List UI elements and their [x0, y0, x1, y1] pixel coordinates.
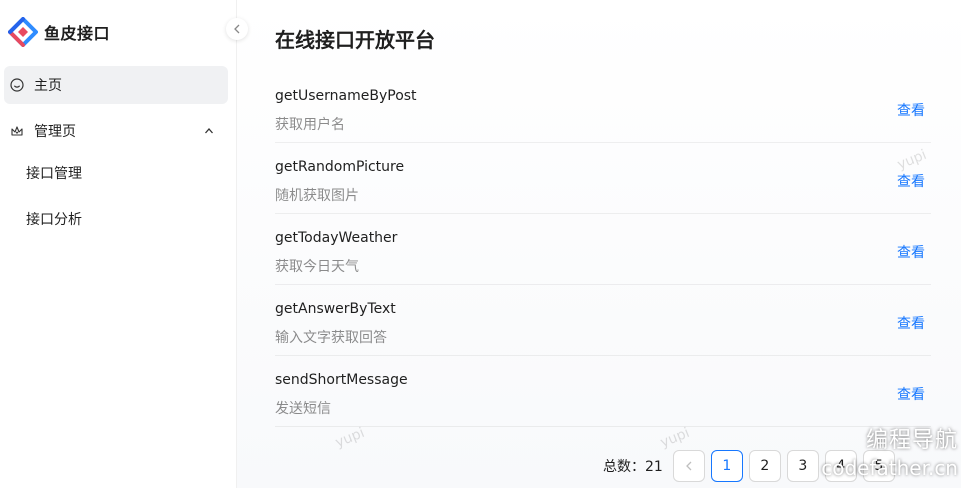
sidebar-subitem-label: 接口分析 [26, 212, 82, 228]
page-button[interactable]: 5 [862, 450, 895, 482]
list-item: sendShortMessage 发送短信 查看 [275, 356, 931, 427]
chevron-up-icon [205, 128, 213, 134]
api-name: getAnswerByText [275, 301, 396, 317]
side-menu: 主页 管理页 接口管理 接口分析 [0, 66, 236, 242]
list-item: getAnswerByText 输入文字获取回答 查看 [275, 285, 931, 356]
api-description: 获取用户名 [275, 117, 345, 133]
prev-page-button[interactable] [672, 450, 705, 482]
list-item: getUsernameByPost 获取用户名 查看 [275, 72, 931, 143]
sidebar-item-api-management[interactable]: 接口管理 [0, 150, 236, 196]
sidebar-item-home[interactable]: 主页 [4, 66, 228, 104]
crown-icon [11, 126, 23, 136]
main-content: 在线接口开放平台 getUsernameByPost 获取用户名 查看 getR… [237, 0, 961, 488]
list-item: getRandomPicture 随机获取图片 查看 [275, 143, 931, 214]
api-description: 输入文字获取回答 [275, 330, 387, 346]
page-button[interactable]: 2 [748, 450, 781, 482]
sidebar-collapse-button[interactable] [226, 18, 248, 40]
view-link[interactable]: 查看 [897, 313, 925, 333]
sidebar: 鱼皮接口 主页 管理页 接口管理 接口分析 [0, 0, 237, 488]
view-link[interactable]: 查看 [897, 100, 925, 120]
api-list: getUsernameByPost 获取用户名 查看 getRandomPict… [275, 72, 931, 427]
diamond-logo-icon [8, 17, 38, 47]
brand[interactable]: 鱼皮接口 [8, 14, 110, 50]
view-link[interactable]: 查看 [897, 384, 925, 404]
page-button[interactable]: 1 [710, 450, 743, 482]
api-name: getRandomPicture [275, 159, 405, 175]
sidebar-item-admin[interactable]: 管理页 [4, 112, 228, 150]
page-button[interactable]: 3 [786, 450, 819, 482]
list-item: getTodayWeather 获取今日天气 查看 [275, 214, 931, 285]
sidebar-item-label: 管理页 [34, 124, 76, 140]
chevron-left-icon [234, 24, 240, 34]
smile-icon [10, 78, 24, 92]
api-name: getUsernameByPost [275, 88, 417, 104]
sidebar-subitem-label: 接口管理 [26, 166, 82, 182]
view-link[interactable]: 查看 [897, 171, 925, 191]
brand-name: 鱼皮接口 [44, 24, 111, 43]
api-description: 获取今日天气 [275, 259, 359, 275]
api-name: getTodayWeather [275, 230, 398, 246]
api-name: sendShortMessage [275, 372, 408, 388]
sidebar-item-api-analysis[interactable]: 接口分析 [0, 196, 236, 242]
api-description: 随机获取图片 [275, 188, 359, 204]
api-description: 发送短信 [275, 401, 331, 417]
pagination: 总数：21 1 2 3 4 5 [603, 450, 901, 482]
sidebar-item-label: 主页 [34, 78, 62, 94]
total-count: 总数：21 [603, 459, 663, 475]
chevron-left-icon [685, 461, 692, 471]
page-title: 在线接口开放平台 [275, 28, 435, 52]
view-link[interactable]: 查看 [897, 242, 925, 262]
page-button[interactable]: 4 [824, 450, 857, 482]
